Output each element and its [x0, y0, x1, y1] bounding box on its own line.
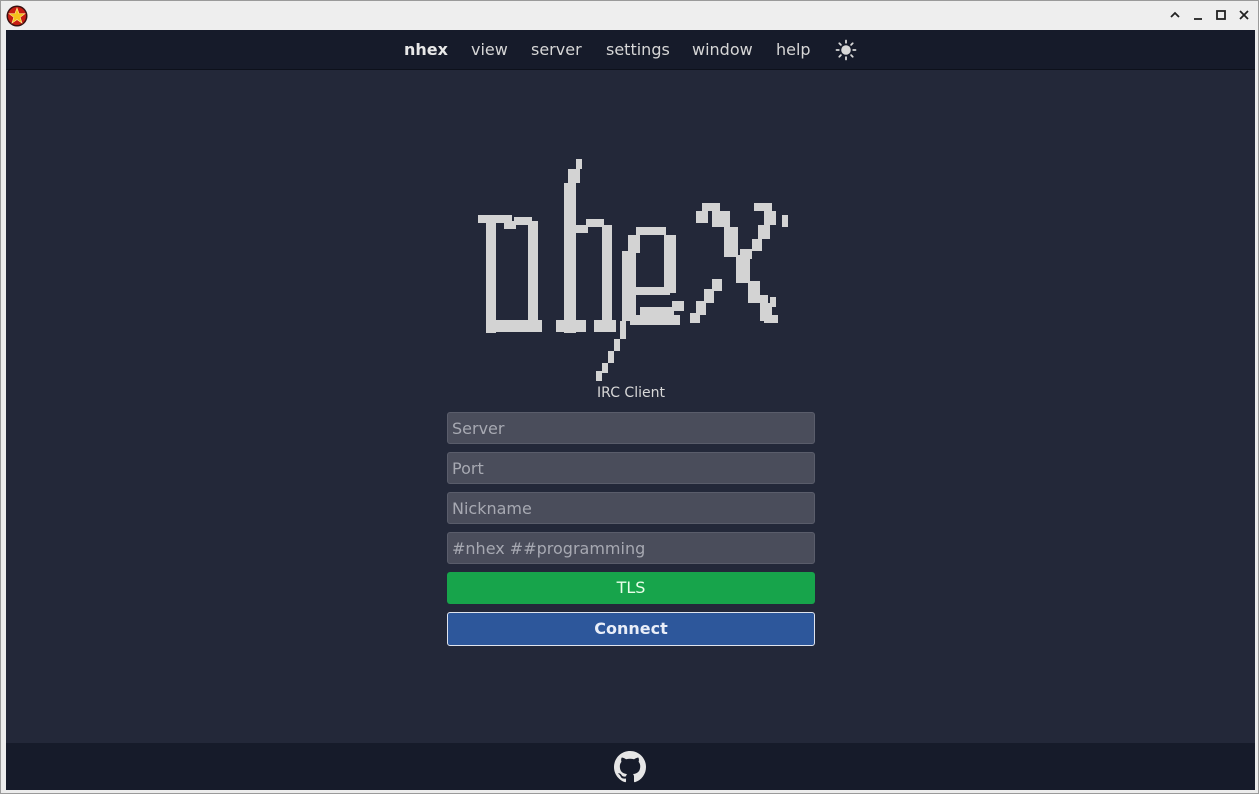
- app-window: nhex view server settings window help IR…: [0, 0, 1259, 794]
- menu-item-nhex[interactable]: nhex: [404, 30, 448, 70]
- maximize-icon[interactable]: [1213, 7, 1229, 23]
- app-subtitle: IRC Client: [597, 385, 665, 401]
- chevron-up-icon[interactable]: [1167, 7, 1183, 23]
- footer: [6, 743, 1255, 790]
- title-bar[interactable]: [1, 1, 1258, 30]
- menu-item-help[interactable]: help: [776, 30, 811, 70]
- server-input[interactable]: [447, 412, 815, 444]
- close-icon[interactable]: [1236, 7, 1252, 23]
- menu-item-view[interactable]: view: [471, 30, 508, 70]
- connect-button[interactable]: Connect: [447, 612, 815, 646]
- channels-input[interactable]: [447, 532, 815, 564]
- tls-toggle-button[interactable]: TLS: [447, 572, 815, 604]
- menu-item-window[interactable]: window: [692, 30, 753, 70]
- nickname-input[interactable]: [447, 492, 815, 524]
- menu-bar: nhex view server settings window help: [6, 30, 1255, 70]
- minimize-icon[interactable]: [1190, 7, 1206, 23]
- menu-item-server[interactable]: server: [531, 30, 582, 70]
- port-input[interactable]: [447, 452, 815, 484]
- github-icon[interactable]: [614, 751, 646, 783]
- main-content: nhex view server settings window help IR…: [6, 30, 1255, 790]
- sun-icon[interactable]: [835, 39, 857, 61]
- menu-item-settings[interactable]: settings: [606, 30, 670, 70]
- star-badge-icon[interactable]: [6, 5, 28, 27]
- nhex-logo: [478, 159, 788, 381]
